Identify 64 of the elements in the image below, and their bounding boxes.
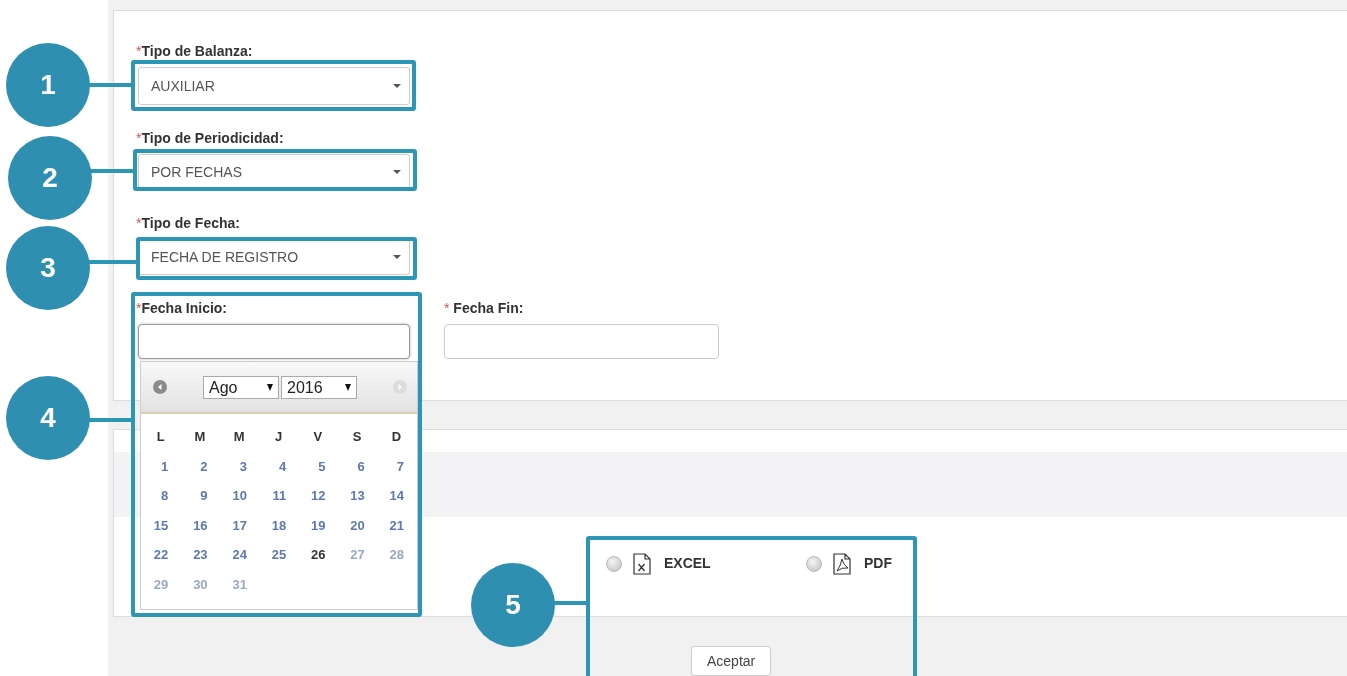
weekday-label: L	[155, 428, 166, 446]
radio-button[interactable]	[806, 556, 822, 573]
calendar-day[interactable]: 5	[298, 451, 338, 481]
weekday-label: V	[312, 428, 324, 446]
field-label: *Tipo de Fecha:	[136, 215, 241, 231]
accept-button[interactable]: Aceptar	[691, 646, 772, 676]
year-select[interactable]: 2016	[281, 376, 357, 399]
date-field[interactable]	[444, 324, 719, 359]
select-field[interactable]: POR FECHAS	[138, 154, 410, 190]
weekday-label: J	[273, 428, 284, 446]
calendar-day[interactable]: 25	[258, 540, 299, 570]
calendar-day[interactable]: 20	[337, 510, 377, 540]
weekday-label: M	[193, 428, 207, 446]
field-label: * Fecha Fin:	[444, 300, 525, 316]
calendar-day[interactable]: 15	[141, 510, 181, 540]
radio-button[interactable]	[606, 556, 622, 573]
weekday-label: S	[351, 428, 363, 446]
calendar-day: 28	[376, 540, 417, 570]
option-label: EXCEL	[664, 555, 711, 572]
select-field[interactable]: FECHA DE REGISTRO	[138, 239, 410, 275]
date-field[interactable]	[138, 324, 410, 359]
calendar-day[interactable]: 13	[337, 481, 377, 511]
pdf-file-icon	[833, 553, 851, 576]
calendar-day: 29	[141, 569, 181, 599]
field-label: *Tipo de Balanza:	[136, 43, 254, 59]
calendar-day[interactable]: 18	[258, 510, 299, 540]
caret-icon	[393, 255, 401, 259]
caret-icon	[393, 84, 401, 88]
calendar-day[interactable]: 17	[219, 510, 259, 540]
calendar-day[interactable]: 24	[219, 540, 259, 570]
calendar-day[interactable]: 11	[258, 481, 299, 511]
weekday-label: D	[390, 428, 403, 446]
calendar-day[interactable]: 21	[376, 510, 417, 540]
calendar-day[interactable]: 19	[298, 510, 338, 540]
calendar-day: 27	[337, 540, 377, 570]
calendar-day[interactable]: 8	[141, 481, 181, 511]
calendar-day[interactable]: 12	[298, 481, 338, 511]
calendar-day[interactable]: 26	[298, 540, 338, 570]
calendar-day[interactable]: 4	[258, 451, 299, 481]
previous-icon	[153, 380, 167, 394]
caret-icon	[267, 384, 273, 391]
calendar-day[interactable]: 14	[376, 481, 417, 511]
calendar-day[interactable]: 7	[376, 451, 417, 481]
calendar-day[interactable]: 10	[219, 481, 259, 511]
select-field[interactable]: AUXILIAR	[138, 67, 410, 105]
next-icon	[393, 380, 407, 394]
spreadsheet-file-icon	[633, 553, 651, 576]
calendar-day: 30	[180, 569, 220, 599]
calendar-day[interactable]: 9	[180, 481, 220, 511]
option-label: PDF	[864, 555, 892, 572]
month-select[interactable]: Ago	[203, 376, 279, 399]
caret-icon	[345, 384, 351, 391]
caret-icon	[393, 170, 401, 174]
field-label: *Fecha Inicio:	[136, 300, 229, 316]
calendar-day[interactable]: 3	[219, 451, 259, 481]
calendar-day[interactable]: 1	[141, 451, 181, 481]
field-label: *Tipo de Periodicidad:	[136, 130, 285, 146]
calendar-day[interactable]: 2	[180, 451, 220, 481]
calendar-day[interactable]: 16	[180, 510, 220, 540]
calendar-day: 31	[219, 569, 259, 599]
calendar-day[interactable]: 22	[141, 540, 181, 570]
calendar-day[interactable]: 23	[180, 540, 220, 570]
weekday-label: M	[232, 428, 246, 446]
calendar-day[interactable]: 6	[337, 451, 377, 481]
